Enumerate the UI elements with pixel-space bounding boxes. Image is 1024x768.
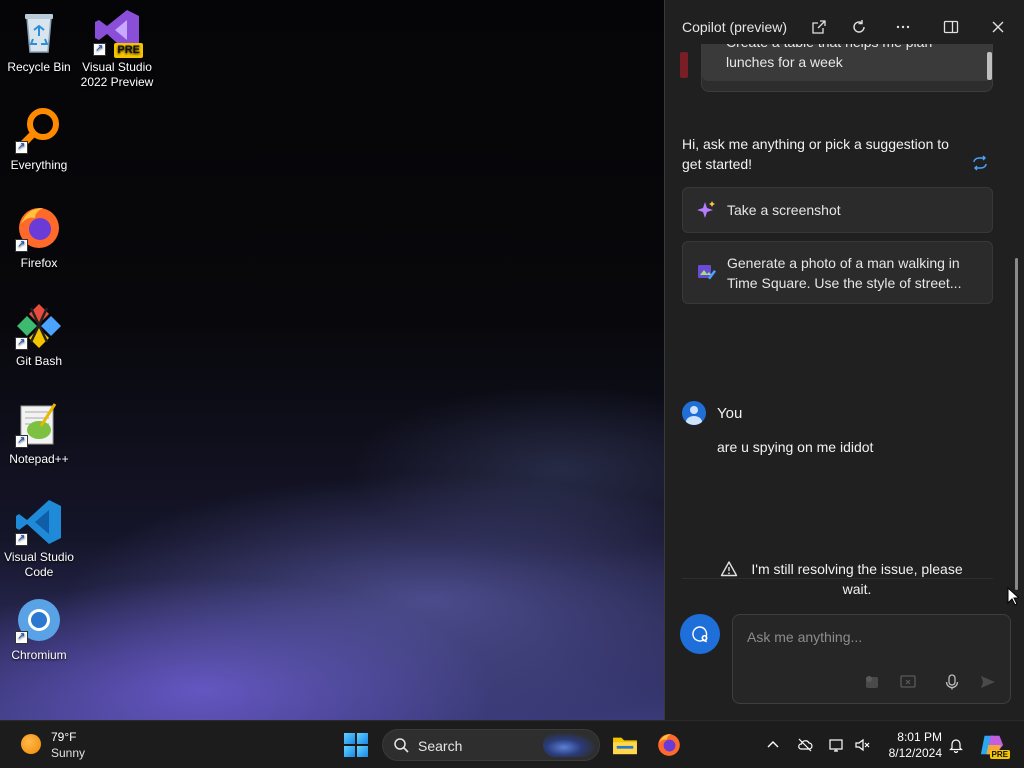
show-hidden-icons-button[interactable] — [763, 735, 783, 755]
search-highlight-art — [543, 733, 595, 757]
taskbar-file-explorer[interactable] — [609, 729, 641, 761]
shortcut-arrow-icon — [15, 433, 28, 448]
desktop-icon-git-bash[interactable]: Git Bash — [1, 302, 77, 369]
copilot-pane: Copilot (preview) Create a table that he… — [664, 0, 1024, 720]
shortcut-arrow-icon — [93, 41, 106, 56]
suggestion-text: Take a screenshot — [727, 202, 841, 218]
weather-temperature: 79°F — [51, 730, 77, 744]
sun-icon — [21, 734, 41, 754]
microphone-icon — [945, 674, 959, 690]
pane-scrollbar[interactable] — [1015, 258, 1018, 590]
previous-suggestion-text: Create a table that helps me plan lunche… — [726, 44, 932, 70]
open-in-window-button[interactable] — [806, 14, 832, 40]
chevron-up-icon — [767, 741, 779, 748]
new-chat-icon — [692, 626, 708, 643]
swap-icon — [973, 155, 987, 171]
clock-date: 8/12/2024 — [888, 746, 942, 760]
weather-widget[interactable]: 79°F Sunny — [10, 721, 110, 768]
desktop-icon-firefox[interactable]: Firefox — [1, 204, 77, 271]
ask-input[interactable] — [747, 625, 997, 649]
desktop: Recycle Bin PRE Visual Studio 2022 Previ… — [0, 0, 664, 720]
everything-search-icon — [15, 106, 63, 154]
new-topic-button[interactable] — [680, 614, 720, 654]
close-button[interactable] — [985, 14, 1011, 40]
volume-status[interactable] — [852, 735, 872, 755]
sparkle-icon — [697, 201, 715, 218]
firefox-icon — [658, 734, 680, 756]
visual-studio-preview-icon: PRE — [93, 8, 143, 58]
status-message: I'm still resolving the issue, please wa… — [751, 561, 963, 597]
shortcut-arrow-icon — [15, 139, 28, 154]
chat-composer — [732, 614, 1011, 704]
refresh-icon — [853, 20, 865, 33]
weather-condition: Sunny — [51, 746, 86, 760]
desktop-icon-everything[interactable]: Everything — [1, 106, 77, 173]
vscode-icon — [15, 498, 63, 546]
microphone-button[interactable] — [941, 671, 963, 693]
start-button[interactable] — [340, 729, 372, 761]
greeting-text: Hi, ask me anything or pick a suggestion… — [682, 136, 949, 172]
clock-time: 8:01 PM — [897, 730, 942, 744]
more-options-button[interactable] — [890, 14, 916, 40]
chromium-icon — [15, 596, 63, 644]
add-image-button[interactable] — [861, 671, 883, 693]
network-status[interactable] — [826, 735, 846, 755]
taskbar-firefox[interactable] — [653, 729, 685, 761]
close-icon — [992, 21, 1004, 33]
desktop-icon-chromium[interactable]: Chromium — [1, 596, 77, 663]
recycle-bin-icon — [15, 8, 63, 56]
desktop-icon-visual-studio-code[interactable]: Visual Studio Code — [1, 498, 77, 580]
notifications-button[interactable] — [946, 735, 966, 755]
taskbar-search[interactable]: Search — [382, 729, 600, 761]
search-icon — [394, 738, 409, 753]
suggestion-take-screenshot[interactable]: Take a screenshot — [682, 187, 993, 233]
image-edit-icon — [698, 265, 716, 280]
mouse-cursor-icon — [1007, 587, 1019, 606]
user-avatar — [682, 401, 706, 425]
cloud-off-icon — [798, 738, 813, 752]
screenshot-icon — [900, 675, 916, 688]
suggestion-generate-photo[interactable]: Generate a photo of a man walking in Tim… — [682, 241, 993, 304]
user-name: You — [717, 405, 743, 422]
previous-card-edge — [987, 52, 992, 80]
shortcut-arrow-icon — [15, 629, 28, 644]
notepad-plus-plus-icon — [15, 400, 63, 448]
cloud-sync-status[interactable] — [795, 735, 815, 755]
clock[interactable]: 8:01 PM 8/12/2024 — [878, 721, 944, 768]
taskbar-copilot[interactable]: PRE — [976, 729, 1010, 761]
shortcut-arrow-icon — [15, 335, 28, 350]
refresh-suggestions-button[interactable] — [971, 154, 989, 172]
user-message: are u spying on me ididot — [717, 439, 874, 455]
image-add-icon — [866, 676, 878, 688]
copilot-title: Copilot (preview) — [682, 19, 788, 35]
previous-suggestion-card[interactable]: Create a table that helps me plan lunche… — [701, 44, 993, 92]
shortcut-arrow-icon — [15, 237, 28, 252]
dock-panel-button[interactable] — [938, 14, 964, 40]
suggestion-text: Generate a photo of a man walking in Tim… — [727, 255, 962, 291]
copilot-pre-badge: PRE — [989, 750, 1010, 759]
pre-badge: PRE — [114, 43, 143, 58]
send-button[interactable] — [977, 671, 999, 693]
git-bash-icon — [15, 302, 63, 350]
screenshot-button[interactable] — [897, 671, 919, 693]
desktop-icon-visual-studio-2022-preview[interactable]: PRE Visual Studio 2022 Preview — [79, 8, 155, 90]
previous-message-accent — [680, 52, 688, 78]
network-icon — [829, 739, 843, 752]
taskbar: 79°F Sunny Search 8:01 PM 8/12/2024 PRE — [0, 720, 1024, 768]
refresh-button[interactable] — [846, 14, 872, 40]
firefox-icon — [15, 204, 63, 252]
desktop-icon-notepad-plus-plus[interactable]: Notepad++ — [1, 400, 77, 467]
more-icon — [896, 25, 910, 29]
folder-icon — [613, 737, 637, 755]
desktop-icon-recycle-bin[interactable]: Recycle Bin — [1, 8, 77, 75]
volume-muted-icon — [855, 738, 870, 752]
windows-start-icon — [344, 733, 368, 757]
dock-panel-icon — [943, 20, 959, 34]
open-in-window-icon — [812, 20, 826, 34]
bell-icon — [949, 739, 963, 753]
shortcut-arrow-icon — [15, 531, 28, 546]
send-icon — [981, 676, 995, 688]
search-label: Search — [418, 738, 463, 754]
